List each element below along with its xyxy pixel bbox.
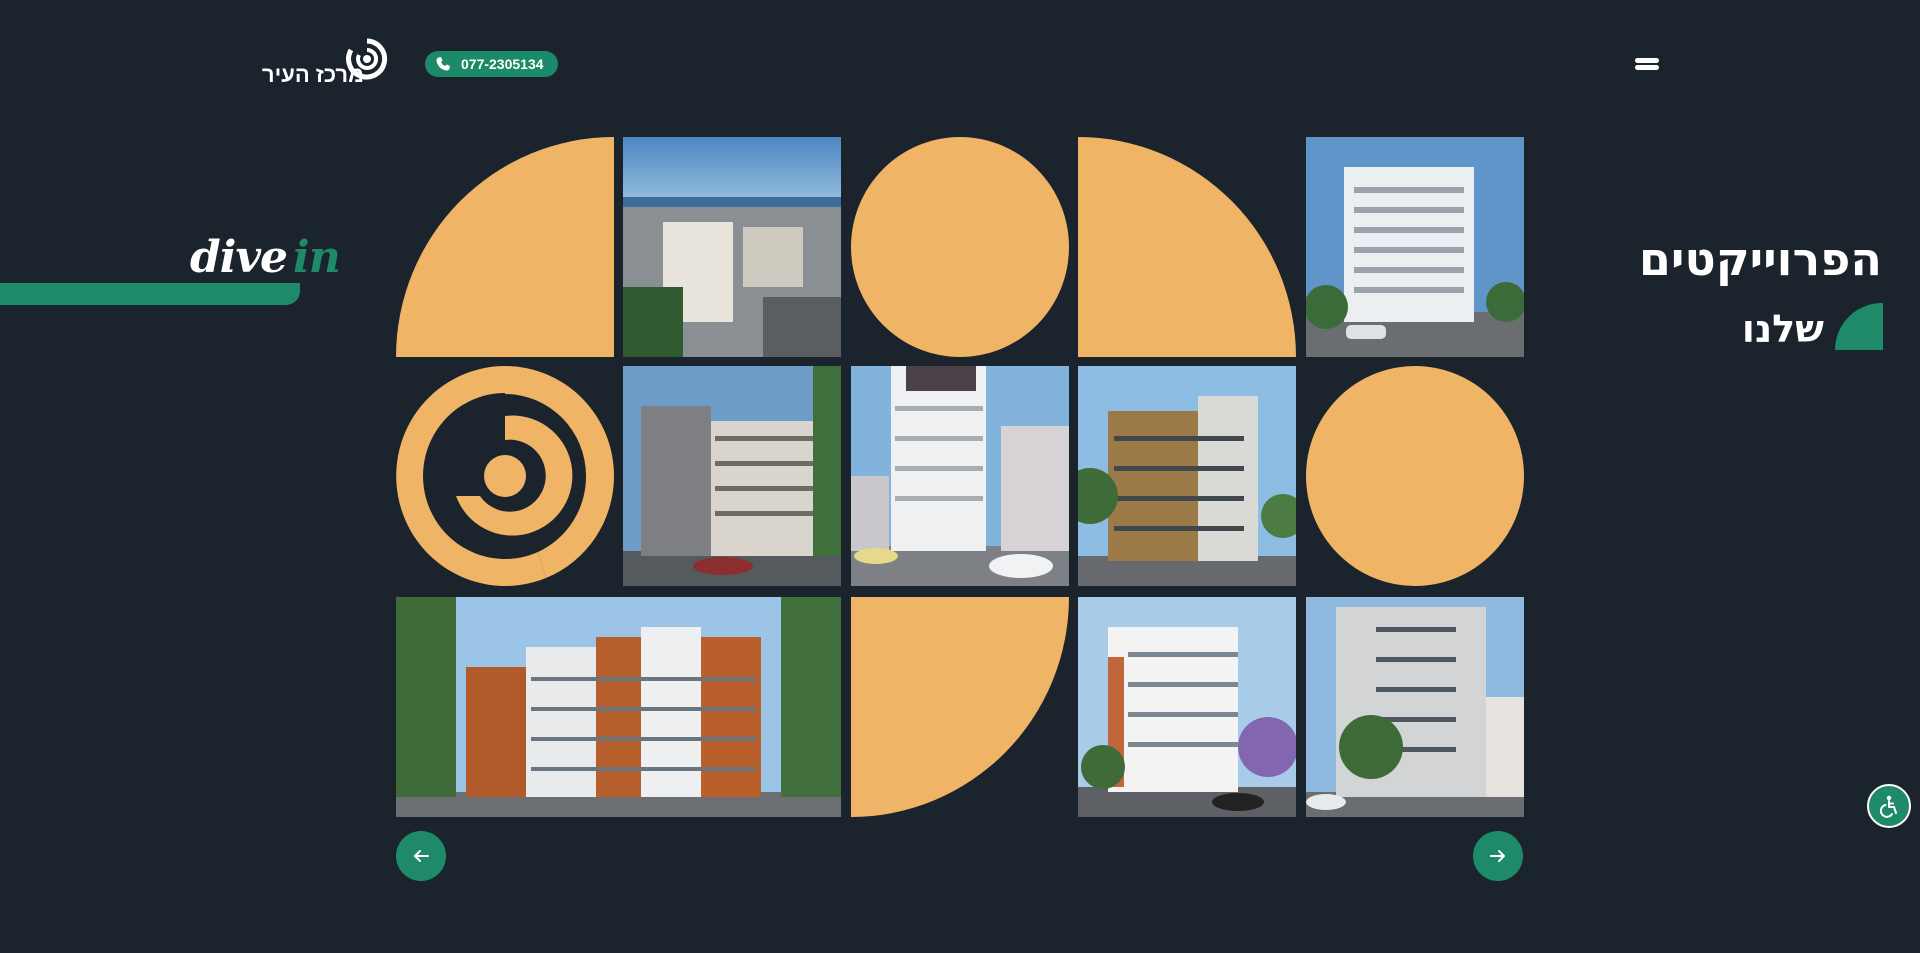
decor-quarter-shape (396, 137, 614, 357)
arrow-left-icon (414, 850, 429, 862)
project-photo[interactable] (851, 366, 1069, 586)
accessibility-icon (1879, 795, 1897, 818)
decor-circle-shape (851, 137, 1069, 357)
project-photo[interactable] (623, 137, 841, 357)
accessibility-button[interactable] (1867, 784, 1911, 828)
phone-icon (436, 57, 450, 71)
hamburger-menu-icon[interactable] (1632, 55, 1662, 73)
project-photo[interactable] (1306, 597, 1524, 817)
slogan-word-dive: dive (190, 232, 288, 283)
phone-number: 077-2305134 (461, 56, 544, 72)
title-leaf-shape (1835, 303, 1883, 350)
project-photo[interactable] (1306, 137, 1524, 357)
project-photo[interactable] (1078, 597, 1296, 817)
logo-text: מרכז העיר (261, 62, 364, 87)
prev-button[interactable] (396, 831, 446, 881)
logo-mark-tile (396, 366, 614, 586)
next-button[interactable] (1473, 831, 1523, 881)
project-photo[interactable] (623, 366, 841, 586)
slogan: dive in (190, 232, 341, 283)
arrow-right-icon (1490, 850, 1505, 862)
page-title-line1: הפרוייקטים (1638, 232, 1882, 286)
project-photo[interactable] (396, 597, 841, 817)
slogan-word-in: in (293, 232, 341, 283)
decor-circle-shape (1306, 366, 1524, 586)
decor-quarter-shape (1078, 137, 1296, 357)
site-logo[interactable]: מרכז העיר (258, 38, 388, 90)
project-photo[interactable] (1078, 366, 1296, 586)
page-title-line2: שלנו (1741, 307, 1824, 351)
phone-button[interactable]: 077-2305134 (425, 51, 558, 77)
decor-quarter-shape (851, 597, 1069, 817)
slogan-underline-bar (0, 283, 300, 305)
